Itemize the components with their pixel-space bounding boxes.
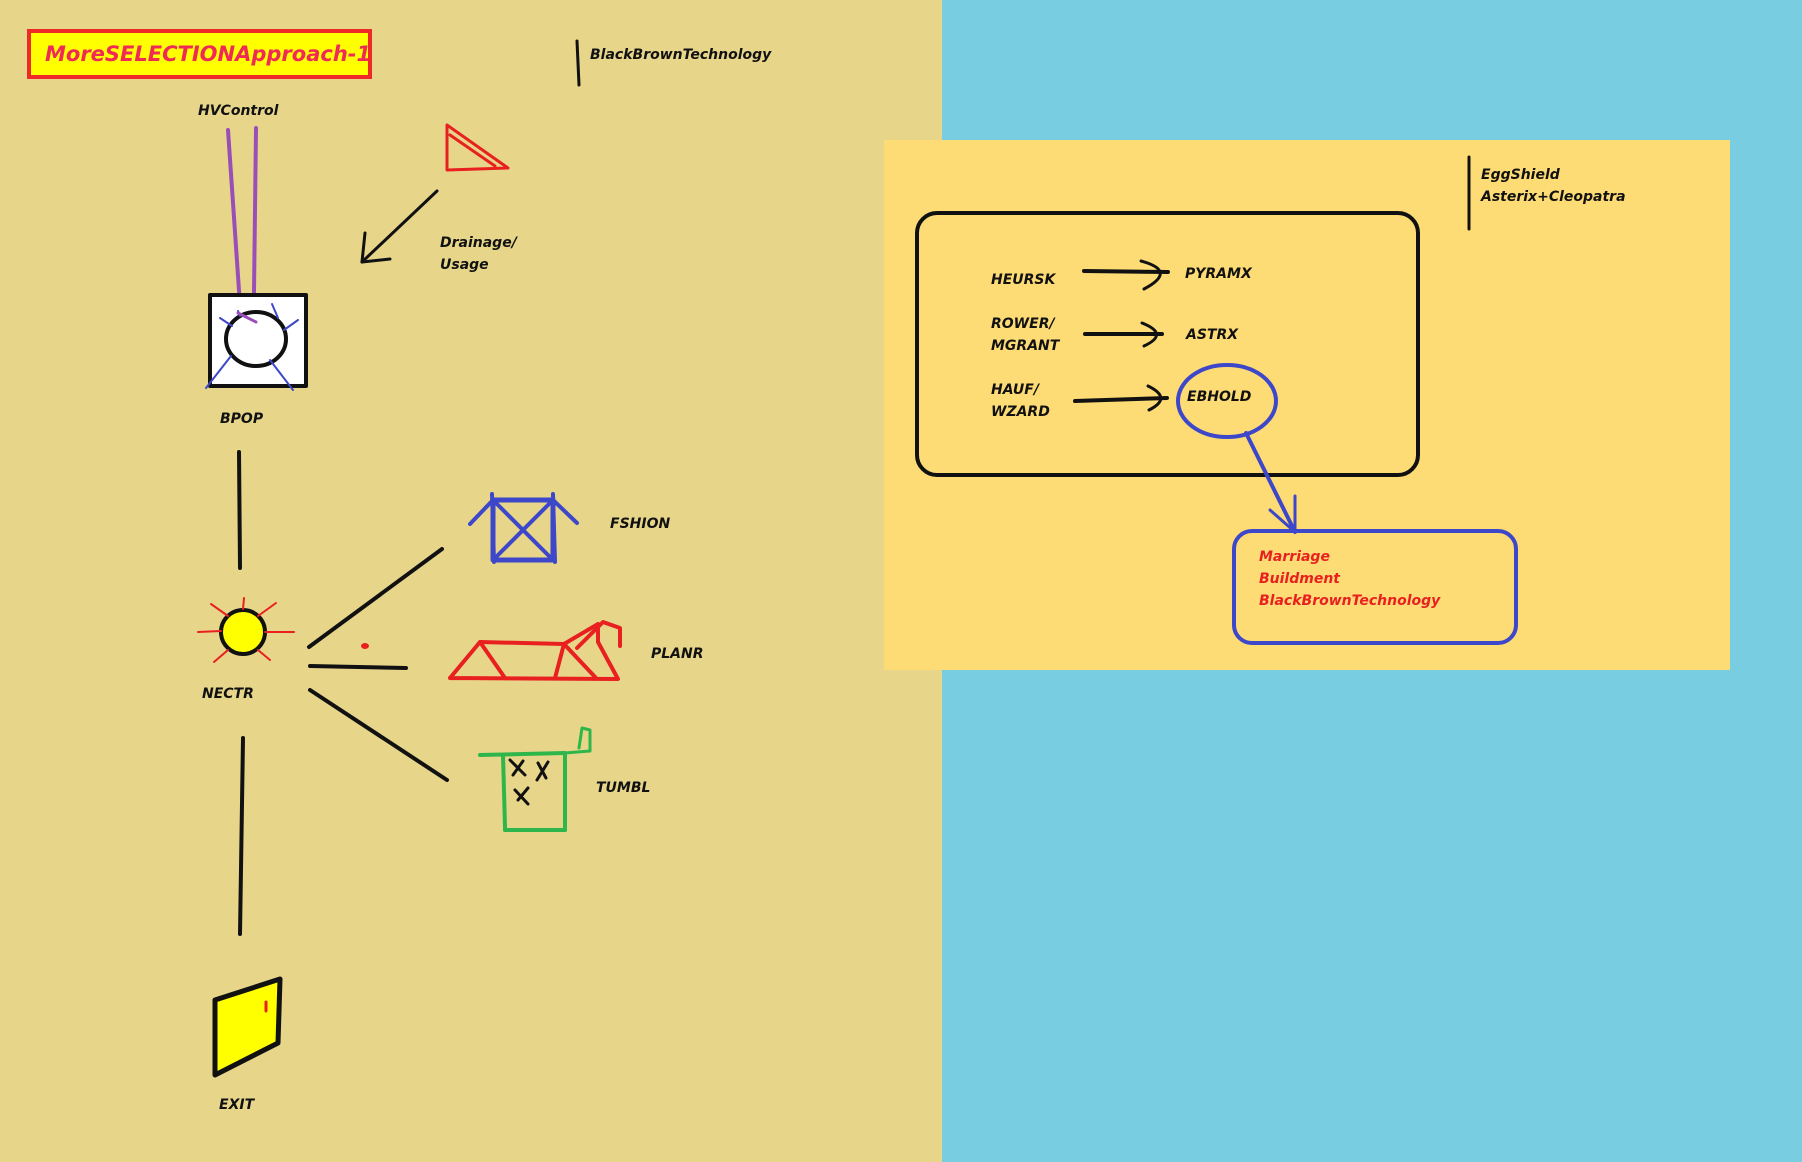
hvcontrol-line-left [226, 128, 242, 307]
drainage-arrow [360, 189, 439, 264]
lamp-icon [205, 293, 308, 391]
top-note: BlackBrownTechnology [590, 47, 772, 63]
note-marker-line [575, 39, 581, 87]
hvcontrol-line-right [252, 126, 258, 294]
panel-note-line2: Asterix+Cleopatra [1481, 189, 1626, 205]
branch-to-tumbl [308, 688, 449, 782]
triangle-icon [445, 123, 510, 172]
tumbl-label: TUMBL [596, 780, 651, 796]
mapping-arrow-1 [1082, 259, 1170, 291]
mapping-arrow-2 [1083, 321, 1164, 348]
page-title: MoreSELECTIONApproach-1 [45, 42, 372, 66]
drainage-label-line1: Drainage/ [440, 235, 517, 251]
mapping-from-1: HEURSK [991, 272, 1056, 288]
ebhold-arrow [1244, 431, 1297, 534]
panel-note-line1: EggShield [1481, 167, 1560, 183]
exit-door-icon [212, 976, 283, 1078]
mapping-to-3: EBHOLD [1187, 389, 1252, 405]
sun-icon [197, 597, 295, 663]
mapping-from-2-line2: MGRANT [991, 338, 1060, 354]
drainage-label-line2: Usage [440, 257, 489, 273]
fshion-icon [468, 492, 579, 564]
connector-nectr-exit [238, 736, 245, 936]
detail-line-2: Buildment [1259, 571, 1340, 587]
connector-bpop-nectr [237, 450, 242, 570]
mapping-to-1: PYRAMX [1185, 266, 1252, 282]
detail-line-1: Marriage [1259, 549, 1330, 565]
mapping-from-3-line1: HAUF/ [991, 382, 1039, 398]
red-dot [361, 643, 369, 649]
hvcontrol-label: HVControl [198, 103, 279, 119]
exit-label: EXIT [219, 1097, 255, 1113]
mapping-to-2: ASTRX [1186, 327, 1239, 343]
tumbl-icon [478, 726, 592, 832]
nectr-label: NECTR [202, 686, 254, 702]
bpop-label: BPOP [220, 411, 264, 427]
title-box: MoreSELECTIONApproach-1 [27, 29, 372, 79]
planr-icon [448, 620, 622, 681]
detail-line-3: BlackBrownTechnology [1259, 593, 1441, 609]
fshion-label: FSHION [610, 516, 671, 532]
planr-label: PLANR [651, 646, 704, 662]
mapping-arrow-3 [1073, 384, 1169, 412]
branch-to-planr [308, 664, 408, 670]
branch-to-fshion [307, 547, 444, 649]
mapping-from-2-line1: ROWER/ [991, 316, 1055, 332]
mapping-from-3-line2: WZARD [991, 404, 1050, 420]
